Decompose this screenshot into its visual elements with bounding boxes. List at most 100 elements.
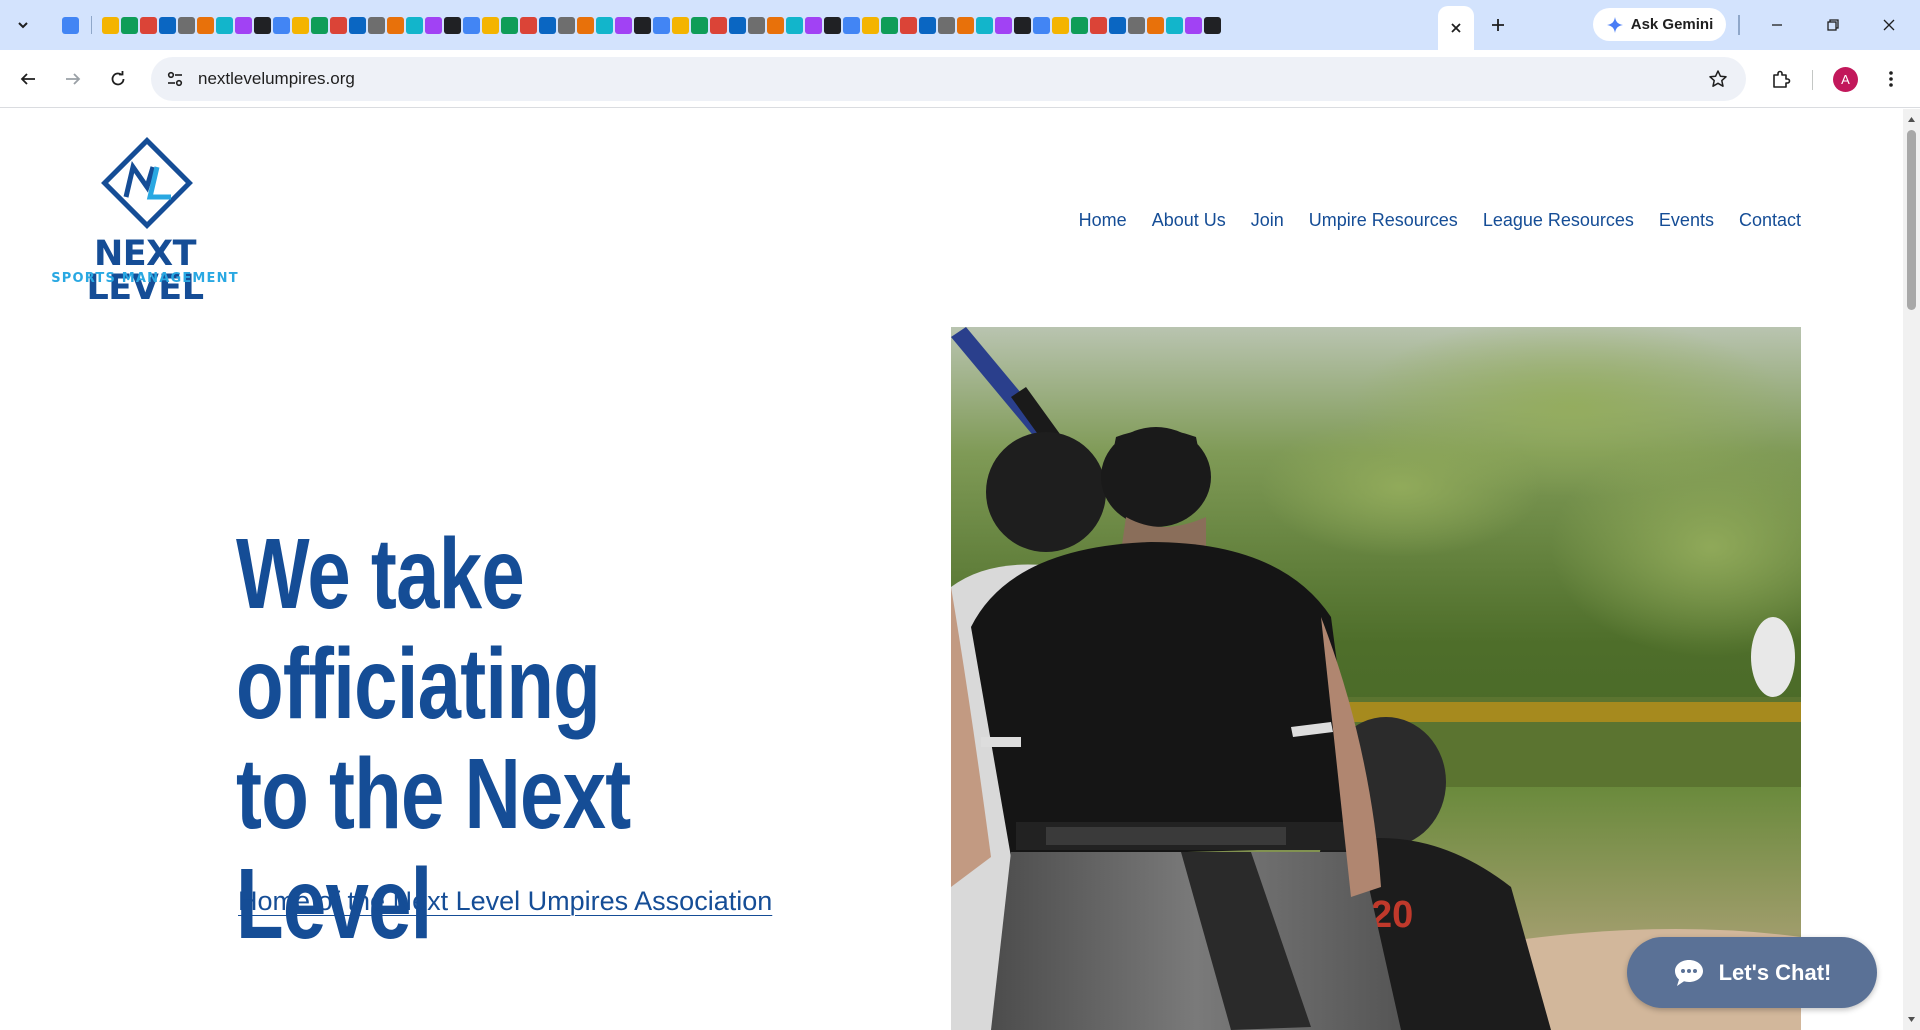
profile-avatar[interactable]: A — [1833, 67, 1858, 92]
tab-shield-icon[interactable] — [672, 16, 689, 34]
tab-s-icon[interactable] — [748, 16, 765, 34]
tab-google-docs-icon[interactable] — [62, 16, 79, 34]
tab-folder-icon[interactable] — [102, 16, 119, 34]
nav-events[interactable]: Events — [1659, 210, 1714, 231]
active-tab[interactable] — [1438, 6, 1474, 50]
page-scrollbar[interactable] — [1903, 109, 1920, 1030]
forward-button[interactable] — [58, 64, 88, 94]
tab-github-icon[interactable] — [900, 16, 917, 34]
tab-globe-icon[interactable] — [197, 16, 214, 34]
tab-docs-icon[interactable] — [482, 16, 499, 34]
tab-dark-icon[interactable] — [425, 16, 442, 34]
restore-button[interactable] — [1820, 12, 1846, 38]
nav-contact[interactable]: Contact — [1739, 210, 1801, 231]
tab-reddit-icon[interactable] — [976, 16, 993, 34]
tab-cloud-icon[interactable] — [1052, 16, 1069, 34]
ask-gemini-button[interactable]: Ask Gemini — [1593, 8, 1726, 41]
tab-s-icon[interactable] — [862, 16, 879, 34]
tab-close-icon[interactable] — [691, 16, 708, 34]
tab-mail-icon[interactable] — [406, 16, 423, 34]
scroll-up-arrow-icon[interactable] — [1907, 115, 1916, 124]
tab-maps-icon[interactable] — [368, 16, 385, 34]
tab-green-tab-icon[interactable] — [121, 16, 138, 34]
tab-starburst-icon[interactable] — [805, 16, 822, 34]
tab-red-icon[interactable] — [1033, 16, 1050, 34]
tab-green-tab-icon[interactable] — [159, 16, 176, 34]
tab-green-tab-icon[interactable] — [178, 16, 195, 34]
tab-gmail-icon[interactable] — [140, 16, 157, 34]
tab-uk-icon[interactable] — [767, 16, 784, 34]
new-tab-button[interactable] — [1484, 11, 1512, 39]
web-page: NEXT LEVEL SPORTS MANAGEMENT Home About … — [0, 109, 1903, 1030]
address-bar[interactable]: nextlevelumpires.org — [151, 57, 1746, 101]
tab-orange-icon[interactable] — [615, 16, 632, 34]
site-logo[interactable]: NEXT LEVEL SPORTS MANAGEMENT — [42, 131, 248, 306]
tab-google-icon[interactable] — [1204, 16, 1221, 34]
tab-orange-icon[interactable] — [634, 16, 651, 34]
tab-shield-icon[interactable] — [273, 16, 290, 34]
tab-wave-icon[interactable] — [881, 16, 898, 34]
close-icon — [1883, 19, 1895, 31]
tab-red-icon[interactable] — [1090, 16, 1107, 34]
tab-orange-bookmark-icon[interactable] — [235, 16, 252, 34]
nl-diamond-logo-icon — [101, 137, 193, 229]
tab-docs-icon[interactable] — [843, 16, 860, 34]
tab-docs-icon[interactable] — [1109, 16, 1126, 34]
browser-menu-button[interactable] — [1876, 64, 1906, 94]
tab-globe-icon[interactable] — [216, 16, 233, 34]
tab-docs-icon[interactable] — [558, 16, 575, 34]
tab-search-button[interactable] — [9, 11, 37, 39]
tab-green-icon[interactable] — [1147, 16, 1164, 34]
lets-chat-button[interactable]: Let's Chat! — [1627, 937, 1877, 1008]
tab-openai-icon[interactable] — [463, 16, 480, 34]
tab-blue-circle-icon[interactable] — [254, 16, 271, 34]
forward-arrow-icon — [66, 73, 81, 85]
tab-linkedin-icon[interactable] — [292, 16, 309, 34]
url-text[interactable]: nextlevelumpires.org — [198, 69, 355, 89]
tab-s-icon[interactable] — [1185, 16, 1202, 34]
nav-about-us[interactable]: About Us — [1152, 210, 1226, 231]
tab-google-icon[interactable] — [387, 16, 404, 34]
tab-google-icon[interactable] — [1014, 16, 1031, 34]
tab-shield-icon[interactable] — [824, 16, 841, 34]
tab-green-tab-icon[interactable] — [349, 16, 366, 34]
hero-association-link[interactable]: Home of the Next Level Umpires Associati… — [238, 886, 772, 917]
scrollbar-thumb[interactable] — [1907, 130, 1916, 310]
restore-icon — [1827, 19, 1839, 31]
tab-green-icon[interactable] — [444, 16, 461, 34]
scroll-down-arrow-icon[interactable] — [1907, 1015, 1916, 1024]
tab-google-icon[interactable] — [786, 16, 803, 34]
tab-linkedin-icon[interactable] — [1166, 16, 1183, 34]
ask-gemini-label: Ask Gemini — [1630, 16, 1714, 33]
tab-docs-icon[interactable] — [729, 16, 746, 34]
nav-home[interactable]: Home — [1079, 210, 1127, 231]
tab-google-icon[interactable] — [995, 16, 1012, 34]
tab-blue-icon[interactable] — [653, 16, 670, 34]
extensions-button[interactable] — [1766, 64, 1796, 94]
nav-umpire-resources[interactable]: Umpire Resources — [1309, 210, 1458, 231]
close-tab-icon[interactable] — [1449, 21, 1463, 35]
nav-league-resources[interactable]: League Resources — [1483, 210, 1634, 231]
tab-linkedin-icon[interactable] — [311, 16, 328, 34]
close-window-button[interactable] — [1876, 12, 1902, 38]
tab-medium-icon[interactable] — [596, 16, 613, 34]
tab-google-icon[interactable] — [577, 16, 594, 34]
back-button[interactable] — [13, 64, 43, 94]
tune-icon — [167, 71, 183, 87]
tab-yellow-icon[interactable] — [501, 16, 518, 34]
tab-docs-icon[interactable] — [957, 16, 974, 34]
reload-button[interactable] — [103, 64, 133, 94]
nav-join[interactable]: Join — [1251, 210, 1284, 231]
tab-green-icon[interactable] — [1128, 16, 1145, 34]
minimize-button[interactable] — [1764, 12, 1790, 38]
tab-globe-icon[interactable] — [938, 16, 955, 34]
site-info-button[interactable] — [163, 67, 187, 91]
tab-dark-icon[interactable] — [539, 16, 556, 34]
bookmark-button[interactable] — [1706, 67, 1730, 91]
tab-d-icon[interactable] — [330, 16, 347, 34]
tab-docs-icon[interactable] — [520, 16, 537, 34]
tab-teal-icon[interactable] — [710, 16, 727, 34]
star-icon — [1709, 70, 1727, 87]
tab-google-icon[interactable] — [919, 16, 936, 34]
tab-docs-icon[interactable] — [1071, 16, 1088, 34]
